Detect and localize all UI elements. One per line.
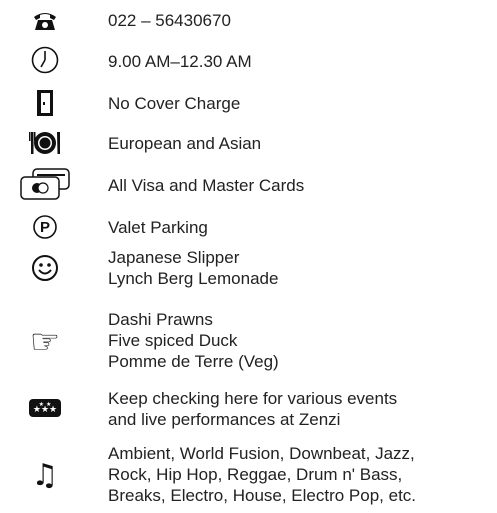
door-icon	[0, 88, 90, 118]
music-note-icon: ♫	[31, 458, 59, 493]
info-text-line: Breaks, Electro, House, Electro Pop, etc…	[108, 486, 417, 505]
venue-info-page: { "items": [ { "icon": "telephone-icon",…	[0, 0, 497, 513]
info-row-drinks: Japanese Slipper Lynch Berg Lemonade	[0, 245, 497, 291]
clock-icon	[0, 42, 90, 78]
info-text-line: 022 – 56430670	[108, 11, 231, 30]
info-text-line: Japanese Slipper	[108, 248, 240, 267]
svg-text:P: P	[40, 219, 50, 236]
credit-cards-icon	[0, 166, 90, 202]
info-text-line: Ambient, World Fusion, Downbeat, Jazz,	[108, 444, 415, 463]
info-text-line: European and Asian	[108, 134, 262, 153]
pointing-hand-icon: ☞	[29, 322, 61, 362]
info-text-line: 9.00 AM–12.30 AM	[108, 52, 252, 71]
smiley-icon	[0, 245, 90, 291]
info-row-phone: 022 – 56430670	[0, 8, 497, 32]
svg-text:★ ★: ★ ★	[39, 401, 52, 408]
info-text-line: No Cover Charge	[108, 94, 241, 113]
parking-icon: P	[0, 212, 90, 242]
info-text-line: Lynch Berg Lemonade	[108, 269, 279, 288]
info-row-parking: P Valet Parking	[0, 212, 497, 242]
info-text-line: Five spiced Duck	[108, 331, 238, 350]
info-row-cuisine: European and Asian	[0, 128, 497, 158]
info-row-payment: All Visa and Master Cards	[0, 166, 497, 202]
telephone-icon	[0, 8, 90, 32]
info-text-line: Keep checking here for various events	[108, 389, 398, 408]
info-row-cover: No Cover Charge	[0, 88, 497, 118]
info-text-line: Dashi Prawns	[108, 310, 213, 329]
info-text-line: Valet Parking	[108, 218, 208, 237]
stars-ticket-icon: ★★★ ★ ★	[0, 386, 90, 430]
info-row-dishes: ☞ Dashi Prawns Five spiced Duck Pomme de…	[0, 309, 497, 375]
info-row-hours: 9.00 AM–12.30 AM	[0, 42, 497, 78]
dining-plate-icon	[0, 128, 90, 158]
info-text-line: and live performances at Zenzi	[108, 410, 341, 429]
info-text-line: Rock, Hip Hop, Reggae, Drum n' Bass,	[108, 465, 403, 484]
info-text-line: Pomme de Terre (Veg)	[108, 352, 279, 371]
info-row-events: ★★★ ★ ★ Keep checking here for various e…	[0, 386, 497, 430]
info-row-music: ♫ Ambient, World Fusion, Downbeat, Jazz,…	[0, 443, 497, 509]
info-text-line: All Visa and Master Cards	[108, 176, 305, 195]
